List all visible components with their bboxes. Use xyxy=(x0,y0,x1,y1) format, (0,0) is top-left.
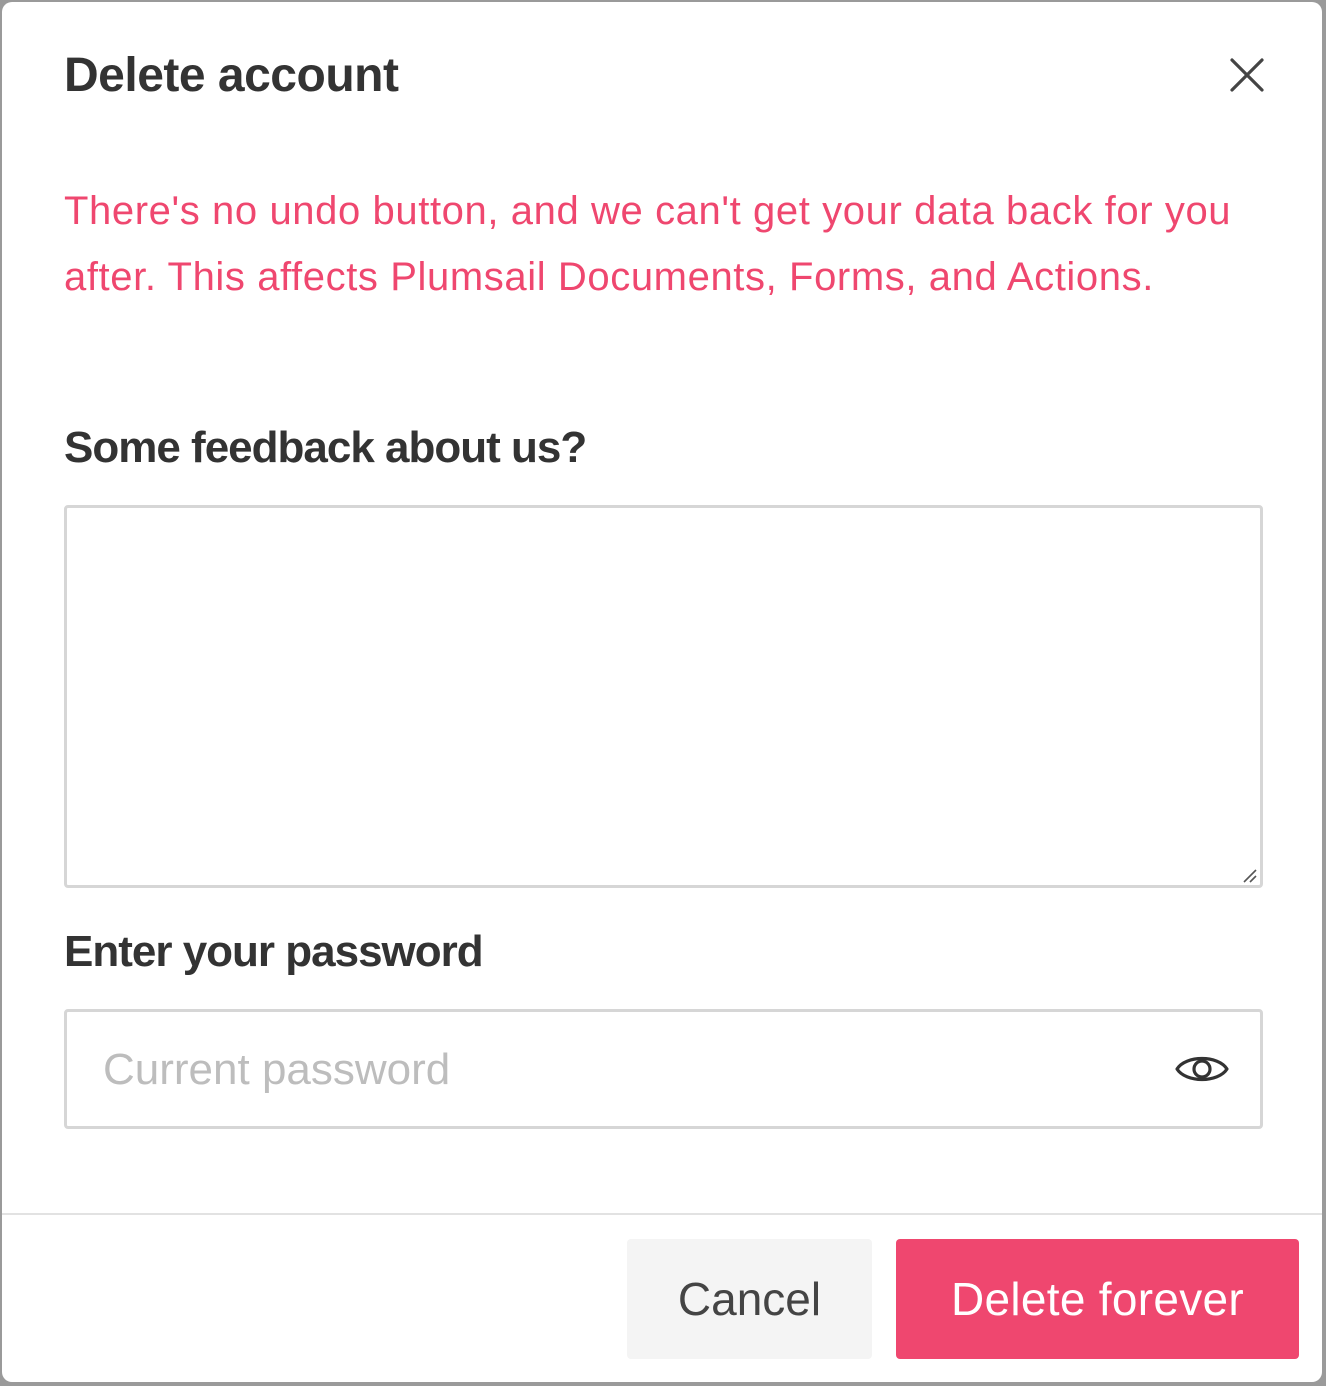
close-button[interactable] xyxy=(1224,52,1270,98)
toggle-password-visibility-button[interactable] xyxy=(1173,1040,1231,1098)
warning-message: There's no undo button, and we can't get… xyxy=(64,189,1232,299)
delete-account-dialog: Delete account There's no undo button, a… xyxy=(2,2,1322,1382)
cancel-button[interactable]: Cancel xyxy=(627,1239,872,1359)
footer-divider xyxy=(2,1213,1322,1215)
password-input[interactable] xyxy=(101,1012,1165,1128)
eye-icon xyxy=(1175,1057,1229,1081)
dialog-title: Delete account xyxy=(64,49,399,102)
close-icon xyxy=(1230,58,1264,92)
resize-grip-icon[interactable] xyxy=(1240,866,1258,884)
feedback-textarea[interactable] xyxy=(64,505,1263,888)
password-field xyxy=(64,1009,1263,1129)
feedback-label: Some feedback about us? xyxy=(64,423,587,472)
password-label: Enter your password xyxy=(64,927,484,976)
delete-forever-button[interactable]: Delete forever xyxy=(896,1239,1299,1359)
